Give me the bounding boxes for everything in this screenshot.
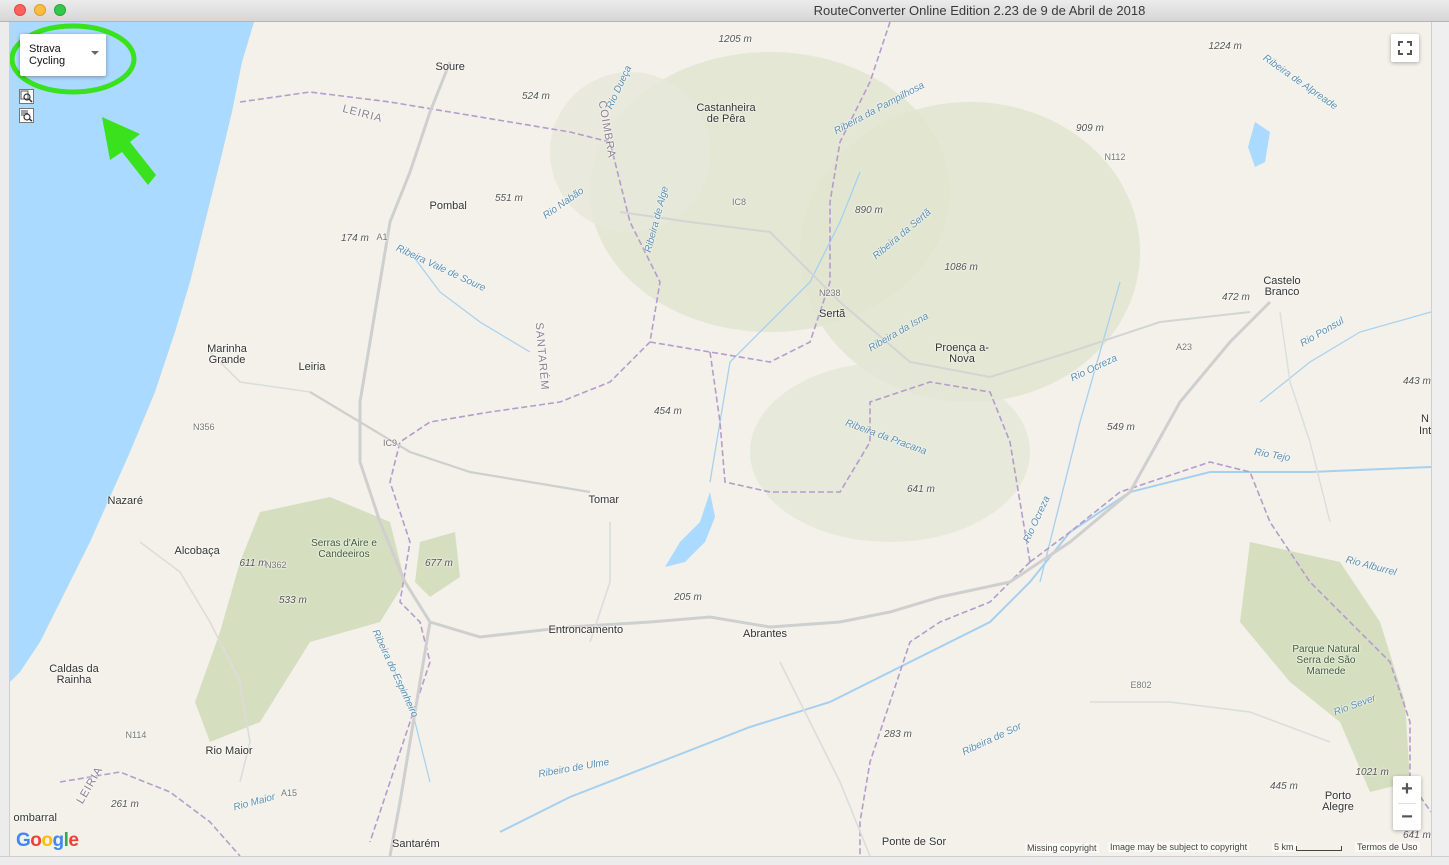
window-title: RouteConverter Online Edition 2.23 de 9 … (813, 3, 1146, 18)
zoom-control: + − (1393, 776, 1421, 830)
google-logo-letter: e (68, 830, 79, 851)
partial-label: Int (1419, 424, 1431, 437)
fullscreen-button[interactable] (1391, 34, 1419, 62)
road-label: N356 (193, 421, 215, 432)
road-label: N238 (819, 287, 841, 298)
town-label: Leiria (298, 360, 326, 373)
missing-copyright-text: Missing copyright (1025, 843, 1099, 853)
elevation-label: 1224 m (1208, 40, 1242, 52)
highway (309, 391, 591, 494)
elevation-label: 549 m (1107, 421, 1135, 433)
google-logo-letter: G (16, 830, 31, 851)
elevation-label: 533 m (279, 594, 307, 606)
town-label: Santarém (392, 837, 440, 850)
town-label: Marinha Grande (207, 343, 247, 366)
elevation-label: 454 m (654, 405, 682, 417)
terms-link[interactable]: Termos de Uso (1355, 842, 1420, 852)
town-label: ombarral (13, 811, 57, 824)
image-notice-text: Image may be subject to copyright (1108, 842, 1250, 852)
magnifier-icon (20, 90, 33, 103)
town-label: Rio Maior (205, 744, 253, 757)
elevation-label: 174 m (341, 232, 369, 244)
river-line (1259, 311, 1431, 403)
town-label: Nazaré (107, 494, 143, 507)
reservoir (1248, 122, 1270, 167)
park-area (195, 497, 405, 742)
scale-text: 5 km (1272, 842, 1296, 852)
right-panel-edge[interactable] (1431, 22, 1449, 860)
elevation-label: 283 m (884, 728, 912, 740)
chevron-down-icon (91, 51, 99, 55)
elevation-label: 677 m (425, 557, 453, 569)
elevation-label: 261 m (111, 798, 139, 810)
window-titlebar: RouteConverter Online Edition 2.23 de 9 … (0, 0, 1449, 22)
town-label: Soure (435, 60, 465, 73)
zoom-to-fit-button[interactable] (19, 89, 34, 104)
zoom-in-button[interactable]: + (1393, 776, 1421, 802)
road-label: N362 (265, 559, 287, 570)
reservoir (665, 492, 715, 567)
road-label: E802 (1130, 679, 1152, 690)
elevation-label: 524 m (522, 90, 550, 102)
left-panel-edge (0, 22, 10, 860)
fullscreen-icon (1398, 41, 1412, 55)
map-type-line2: Cycling (29, 55, 66, 67)
elevation-label: 890 m (855, 204, 883, 216)
town-label: Porto Alegre (1322, 790, 1354, 813)
elevation-label: 1021 m (1355, 766, 1389, 778)
park-label: Serras d'Aire e Candeeiros (311, 538, 377, 560)
elevation-label: 445 m (1270, 780, 1298, 792)
elevation-label: 472 m (1222, 291, 1250, 303)
google-logo: Google (16, 830, 79, 852)
map-view[interactable]: Soure Castanheira de Pêra Pombal Marinha Gr… (10, 22, 1431, 856)
elevation-label: 443 m (1403, 375, 1431, 387)
elevation-label: 611 m (239, 557, 267, 569)
relief-area (750, 362, 1030, 542)
elevation-label: 641 m (907, 483, 935, 495)
elevation-label: 1205 m (718, 33, 752, 45)
map-type-label: Strava Cycling (29, 43, 89, 67)
town-label: Pombal (429, 199, 467, 212)
road-label: N112 (1104, 151, 1126, 162)
partial-label: N (1421, 412, 1429, 425)
elevation-label: 551 m (495, 192, 523, 204)
town-label: Sertã (819, 307, 846, 320)
google-logo-letter: g (52, 830, 65, 851)
road (1090, 701, 1331, 743)
town-label: Abrantes (743, 627, 788, 640)
town-label: Alcobaça (174, 544, 220, 557)
scale-bar (1296, 846, 1342, 851)
town-label: Ponte de Sor (881, 835, 947, 848)
town-label: Caldas da Rainha (49, 663, 99, 686)
town-label: Castanheira de Pêra (696, 102, 756, 125)
map-type-select[interactable]: Strava Cycling (20, 34, 106, 76)
google-logo-letter: o (41, 830, 53, 851)
road-label: N114 (125, 729, 147, 740)
town-label: Castelo Branco (1263, 275, 1301, 298)
highway (388, 621, 432, 856)
zoom-out-button[interactable]: − (1393, 804, 1421, 830)
road-label: IC8 (732, 196, 747, 207)
road (779, 661, 871, 856)
road-label: A15 (281, 787, 298, 798)
town-label: Entroncamento (548, 623, 624, 636)
park-label: Parque Natural Serra de São Mamede (1292, 643, 1360, 677)
town-label: Proença a-Nova (935, 342, 989, 365)
town-label: Tomar (588, 493, 620, 506)
road-label: A1 (376, 231, 388, 242)
elevation-label: 909 m (1076, 122, 1104, 134)
elevation-label: 641 m (1403, 829, 1431, 841)
magnifier-list-icon (21, 110, 33, 122)
bottom-splitter[interactable] (0, 856, 1449, 865)
road-label: A23 (1176, 341, 1193, 352)
road-label: IC9 (383, 437, 398, 448)
zoom-to-selection-button[interactable] (19, 108, 34, 123)
relief-area (550, 72, 710, 232)
elevation-label: 205 m (674, 591, 702, 603)
elevation-label: 1086 m (944, 261, 978, 273)
map-base-layer (10, 22, 1431, 856)
map-type-line1: Strava (29, 43, 61, 55)
google-logo-letter: o (30, 830, 42, 851)
